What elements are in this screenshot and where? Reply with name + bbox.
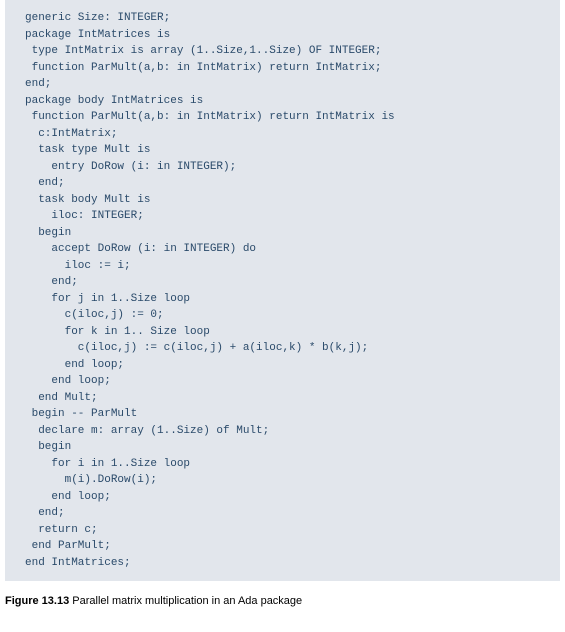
code-line: accept DoRow (i: in INTEGER) do [5,241,560,258]
code-line: m(i).DoRow(i); [5,472,560,489]
code-line: function ParMult(a,b: in IntMatrix) retu… [5,60,560,77]
code-line: end IntMatrices; [5,555,560,572]
code-line: begin [5,439,560,456]
code-line: end Mult; [5,390,560,407]
code-block: generic Size: INTEGER; package IntMatric… [5,0,560,581]
code-line: end loop; [5,357,560,374]
figure-label: Figure 13.13 [5,595,69,607]
code-line: c(iloc,j) := 0; [5,307,560,324]
code-line: end; [5,76,560,93]
code-line: entry DoRow (i: in INTEGER); [5,159,560,176]
code-line: for j in 1..Size loop [5,291,560,308]
figure-caption: Figure 13.13 Parallel matrix multiplicat… [0,581,565,607]
code-line: c:IntMatrix; [5,126,560,143]
code-line: iloc := i; [5,258,560,275]
code-line: task body Mult is [5,192,560,209]
code-line: generic Size: INTEGER; [5,10,560,27]
figure-text: Parallel matrix multiplication in an Ada… [69,595,302,607]
code-line: end; [5,175,560,192]
code-line: iloc: INTEGER; [5,208,560,225]
code-line: begin -- ParMult [5,406,560,423]
code-line: declare m: array (1..Size) of Mult; [5,423,560,440]
code-line: function ParMult(a,b: in IntMatrix) retu… [5,109,560,126]
code-line: end; [5,505,560,522]
code-line: package body IntMatrices is [5,93,560,110]
code-line: type IntMatrix is array (1..Size,1..Size… [5,43,560,60]
code-line: return c; [5,522,560,539]
code-line: for k in 1.. Size loop [5,324,560,341]
code-line: end; [5,274,560,291]
code-line: end loop; [5,489,560,506]
code-line: package IntMatrices is [5,27,560,44]
code-line: end ParMult; [5,538,560,555]
code-line: end loop; [5,373,560,390]
code-line: begin [5,225,560,242]
code-line: task type Mult is [5,142,560,159]
code-line: c(iloc,j) := c(iloc,j) + a(iloc,k) * b(k… [5,340,560,357]
code-line: for i in 1..Size loop [5,456,560,473]
